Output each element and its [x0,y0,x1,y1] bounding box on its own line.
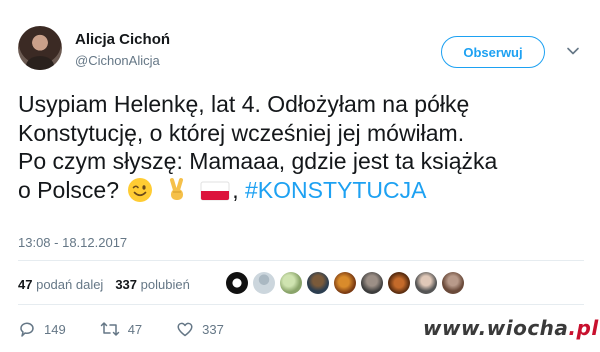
retweet-count: 47 [127,321,143,337]
reply-count: 149 [44,321,66,337]
liker-avatar[interactable] [334,272,356,294]
tweet-line-last: o Polsce? , #KONSTYTUCJA [18,176,588,205]
divider [18,260,584,261]
tweet-line: o Polsce? [18,176,120,203]
likes-stat-count: 337 [115,277,138,292]
retweets-stat-count: 47 [18,277,33,292]
liker-avatar[interactable] [442,272,464,294]
follow-button[interactable]: Obserwuj [441,36,545,68]
retweet-button[interactable]: 47 [100,320,142,338]
tweet-line: Po czym słyszę: Mamaaa, gdzie jest ta ks… [18,148,498,174]
liker-avatar[interactable] [388,272,410,294]
retweet-icon [100,322,119,336]
watermark-tld: .pl [568,316,599,340]
liker-avatar[interactable] [280,272,302,294]
tweet-line: Usypiam Helenkę, lat 4. Odłożyłam na pół… [18,91,470,117]
liker-avatar[interactable] [361,272,383,294]
chevron-down-icon[interactable] [566,44,580,58]
heart-icon [177,322,193,337]
like-count: 337 [202,321,224,337]
hashtag-link[interactable]: #KONSTYTUCJA [245,177,426,203]
tweet-actions: 149 47 337 [18,320,258,338]
reply-button[interactable]: 149 [18,320,66,338]
retweets-stat[interactable]: 47 podań dalej [18,277,103,292]
poland-flag-emoji-icon [200,181,230,200]
victory-hand-emoji-icon [169,177,183,200]
tweet-timestamp[interactable]: 13:08 - 18.12.2017 [18,235,127,250]
engagement-stats: 47 podań dalej 337 polubień [18,277,190,292]
liker-avatar[interactable] [307,272,329,294]
tweet-line: Konstytucję, o której wcześniej jej mówi… [18,119,465,146]
tweet-text: Usypiam Helenkę, lat 4. Odłożyłam na pół… [18,90,588,204]
liker-avatar[interactable] [253,272,275,294]
author-handle[interactable]: @CichonAlicja [75,53,160,68]
like-button[interactable]: 337 [176,320,224,338]
likes-stat-label: polubień [140,277,190,292]
liker-avatar[interactable] [226,272,248,294]
retweets-stat-label: podań dalej [36,277,104,292]
tweet-separator: , [232,176,239,203]
divider [18,304,584,305]
author-name[interactable]: Alicja Cichoń [75,31,170,48]
avatar[interactable] [18,26,62,70]
reply-icon [20,322,34,337]
watermark: www.wiocha.pl [423,316,599,340]
winking-face-emoji-icon [128,177,153,202]
liker-avatar[interactable] [415,272,437,294]
liker-avatars [226,272,464,294]
likes-stat[interactable]: 337 polubień [115,277,189,292]
watermark-main: www.wiocha [423,316,569,340]
